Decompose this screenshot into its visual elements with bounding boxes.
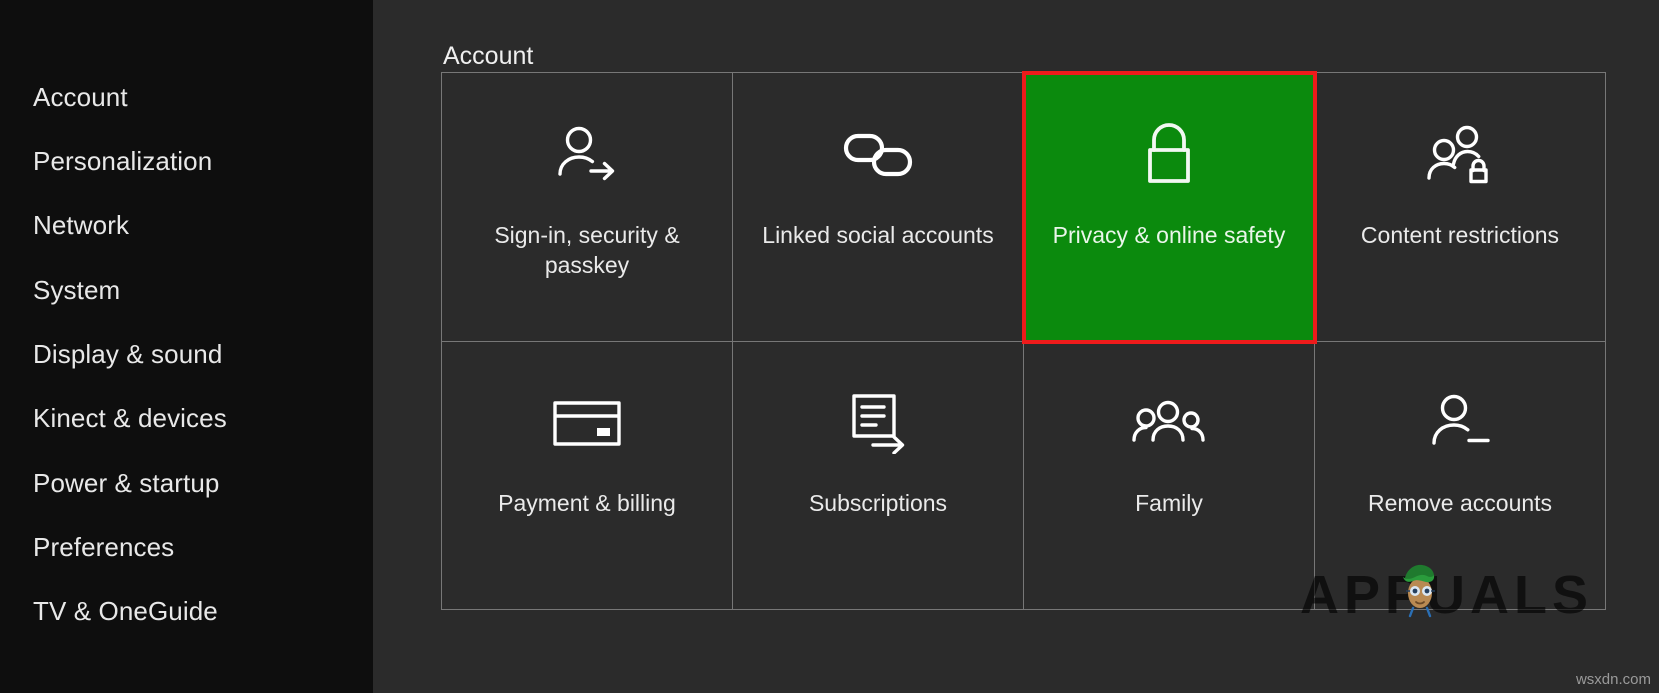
sidebar-item-account[interactable]: Account bbox=[33, 84, 128, 110]
person-arrow-icon bbox=[549, 117, 625, 193]
document-arrow-icon bbox=[840, 385, 916, 461]
tile-label: Payment & billing bbox=[498, 490, 676, 517]
settings-sidebar: Account Personalization Network System D… bbox=[0, 0, 373, 693]
tile-label: Family bbox=[1135, 490, 1203, 517]
sidebar-item-kinect-devices[interactable]: Kinect & devices bbox=[33, 405, 227, 431]
main-content: Account Sign-in, security & passkey Link… bbox=[373, 0, 1659, 693]
chain-links-icon bbox=[840, 117, 916, 193]
sidebar-item-power-startup[interactable]: Power & startup bbox=[33, 470, 219, 496]
sidebar-item-personalization[interactable]: Personalization bbox=[33, 148, 212, 174]
tile-linked-social-accounts[interactable]: Linked social accounts bbox=[733, 73, 1024, 342]
tile-label: Content restrictions bbox=[1360, 221, 1560, 248]
person-minus-icon bbox=[1422, 385, 1498, 461]
tile-family[interactable]: Family bbox=[1024, 341, 1315, 610]
people-group-icon bbox=[1131, 385, 1207, 461]
tile-content-restrictions[interactable]: Content restrictions bbox=[1315, 73, 1606, 342]
tile-label: Sign-in, security & passkey bbox=[494, 221, 680, 279]
sidebar-item-display-sound[interactable]: Display & sound bbox=[33, 341, 222, 367]
tile-remove-accounts[interactable]: Remove accounts bbox=[1315, 341, 1606, 610]
credit-card-icon bbox=[549, 385, 625, 461]
tile-payment-billing[interactable]: Payment & billing bbox=[442, 341, 733, 610]
tile-label: Privacy & online safety bbox=[1052, 221, 1286, 248]
tile-sign-in-security-passkey[interactable]: Sign-in, security & passkey bbox=[442, 73, 733, 342]
lock-icon bbox=[1131, 117, 1207, 193]
tile-privacy-online-safety[interactable]: Privacy & online safety bbox=[1022, 71, 1317, 344]
tile-label: Linked social accounts bbox=[762, 221, 994, 248]
account-tile-grid: Sign-in, security & passkey Linked socia… bbox=[441, 71, 1606, 610]
page-title: Account bbox=[443, 41, 534, 70]
sidebar-item-network[interactable]: Network bbox=[33, 212, 129, 238]
xbox-settings-screen: Account Personalization Network System D… bbox=[0, 0, 1659, 693]
tile-subscriptions[interactable]: Subscriptions bbox=[733, 341, 1024, 610]
tile-label: Remove accounts bbox=[1367, 490, 1553, 517]
tile-label: Subscriptions bbox=[808, 490, 948, 517]
people-lock-icon bbox=[1422, 117, 1498, 193]
site-watermark: wsxdn.com bbox=[1575, 671, 1651, 688]
sidebar-item-system[interactable]: System bbox=[33, 277, 120, 303]
sidebar-item-preferences[interactable]: Preferences bbox=[33, 534, 174, 560]
sidebar-item-tv-oneguide[interactable]: TV & OneGuide bbox=[33, 598, 218, 624]
